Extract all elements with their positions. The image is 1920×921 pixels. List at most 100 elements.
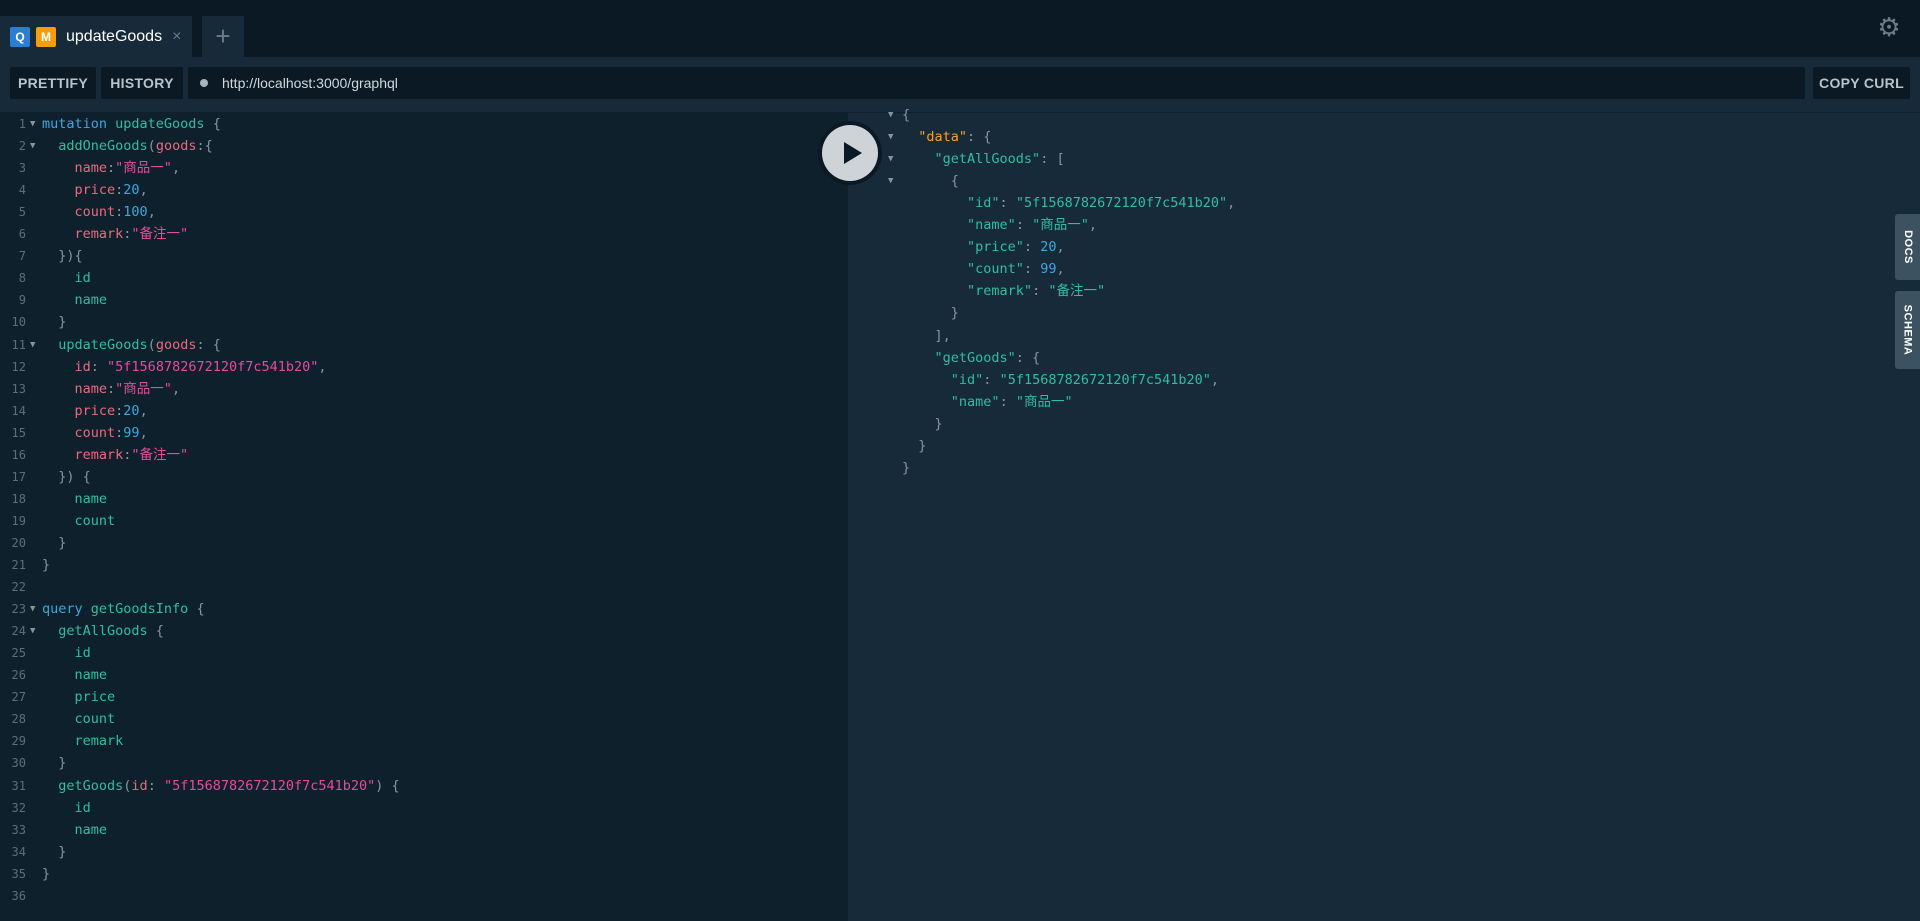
result-line: "count": 99, xyxy=(902,258,1065,280)
endpoint-url-input[interactable]: http://localhost:3000/graphql xyxy=(188,67,1805,99)
code-line: } xyxy=(42,311,66,333)
code-line: updateGoods(goods: { xyxy=(42,334,221,356)
docs-tab[interactable]: DOCS xyxy=(1895,214,1920,280)
code-line: count xyxy=(42,708,116,730)
code-line: } xyxy=(42,554,50,576)
token: : xyxy=(1032,283,1049,300)
line-number: 9 xyxy=(18,293,26,308)
token: { xyxy=(902,107,911,123)
line-number: 13 xyxy=(11,381,26,396)
code-line: } xyxy=(42,752,66,774)
add-tab-button[interactable]: + xyxy=(202,16,244,57)
token: 20 xyxy=(123,182,140,199)
fold-arrow-icon[interactable]: ▼ xyxy=(30,135,35,157)
token: , xyxy=(318,358,327,375)
line-number: 31 xyxy=(11,778,26,793)
token: "name" xyxy=(967,217,1016,234)
token: "商品一" xyxy=(1015,393,1073,410)
token: updateGoods xyxy=(115,116,205,132)
token: id xyxy=(42,358,91,375)
token: }){ xyxy=(42,248,83,265)
code-line: mutation updateGoods { xyxy=(42,113,221,135)
fold-arrow-icon[interactable]: ▼ xyxy=(30,334,35,356)
line-number: 3 xyxy=(18,161,26,176)
fold-arrow-icon[interactable]: ▼ xyxy=(30,113,35,135)
token: : xyxy=(1015,217,1033,234)
docs-label: DOCS xyxy=(1901,230,1914,264)
schema-label: SCHEMA xyxy=(1901,304,1914,356)
tab-bar: Q M updateGoods × + ⚙ xyxy=(0,0,1920,57)
code-line: id xyxy=(42,642,91,664)
token: } xyxy=(902,415,943,432)
token: , xyxy=(171,160,181,177)
token: name xyxy=(42,292,108,309)
code-line: query getGoodsInfo { xyxy=(42,598,205,620)
token: remark xyxy=(42,446,124,463)
prettify-button[interactable]: PRETTIFY xyxy=(10,67,96,99)
token: count xyxy=(42,512,116,529)
line-number: 33 xyxy=(11,822,26,837)
token: :{ xyxy=(196,138,213,155)
code-line: name:"商品一", xyxy=(42,378,181,400)
token: remark xyxy=(42,733,124,750)
token: count xyxy=(42,424,116,441)
gear-icon[interactable]: ⚙ xyxy=(1876,14,1902,40)
token: getGoodsInfo xyxy=(90,601,189,618)
token: updateGoods xyxy=(42,336,148,353)
result-line: } xyxy=(902,435,926,457)
fold-arrow-icon[interactable]: ▼ xyxy=(888,148,893,170)
line-number: 23 xyxy=(11,602,26,617)
token: : xyxy=(90,358,108,375)
execute-button[interactable] xyxy=(818,121,882,185)
code-line: }){ xyxy=(42,245,83,267)
code-line: price:20, xyxy=(42,400,148,422)
token: : { xyxy=(1015,349,1041,366)
token: : [ xyxy=(1040,151,1065,168)
fold-arrow-icon[interactable]: ▼ xyxy=(30,620,35,642)
result-line: ], xyxy=(902,325,951,347)
token: name xyxy=(42,490,108,507)
token: name xyxy=(42,821,108,838)
history-button[interactable]: HISTORY xyxy=(101,67,183,99)
query-editor[interactable]: 1 ▼ mutation updateGoods {2 ▼ addOneGoods(g… xyxy=(0,113,848,921)
result-line: "price": 20, xyxy=(902,236,1065,258)
fold-arrow-icon[interactable]: ▼ xyxy=(30,598,35,620)
tab-updategoods[interactable]: Q M updateGoods × xyxy=(0,16,192,57)
token: id xyxy=(42,799,91,816)
token: 99 xyxy=(123,424,140,441)
line-number: 24 xyxy=(11,624,26,639)
fold-arrow-icon[interactable]: ▼ xyxy=(888,104,893,126)
copy-curl-button[interactable]: COPY CURL xyxy=(1813,67,1910,99)
line-number: 16 xyxy=(11,447,26,462)
token: : { xyxy=(196,336,221,353)
line-number: 28 xyxy=(11,712,26,727)
line-number: 5 xyxy=(18,205,26,220)
code-line: id: "5f1568782672120f7c541b20", xyxy=(42,356,327,378)
token: ], xyxy=(902,327,951,344)
code-line: count:99, xyxy=(42,422,148,444)
token: { xyxy=(188,601,205,618)
schema-tab[interactable]: SCHEMA xyxy=(1895,291,1920,369)
line-number: 29 xyxy=(11,734,26,749)
tab-title: updateGoods xyxy=(66,27,163,45)
code-line: } xyxy=(42,863,50,885)
line-number: 34 xyxy=(11,844,26,859)
token: { xyxy=(147,623,164,640)
token: : xyxy=(107,160,116,177)
result-line: } xyxy=(902,413,943,435)
token: 99 xyxy=(1040,261,1057,278)
close-icon[interactable]: × xyxy=(172,28,181,46)
token: addOneGoods xyxy=(42,138,148,155)
code-line: addOneGoods(goods:{ xyxy=(42,135,213,157)
code-line: name xyxy=(42,289,108,311)
token: } xyxy=(902,437,927,454)
token: 20 xyxy=(123,402,140,419)
fold-arrow-icon[interactable]: ▼ xyxy=(888,170,893,192)
code-line: name xyxy=(42,664,108,686)
fold-arrow-icon[interactable]: ▼ xyxy=(888,126,893,148)
token: , xyxy=(171,380,181,397)
